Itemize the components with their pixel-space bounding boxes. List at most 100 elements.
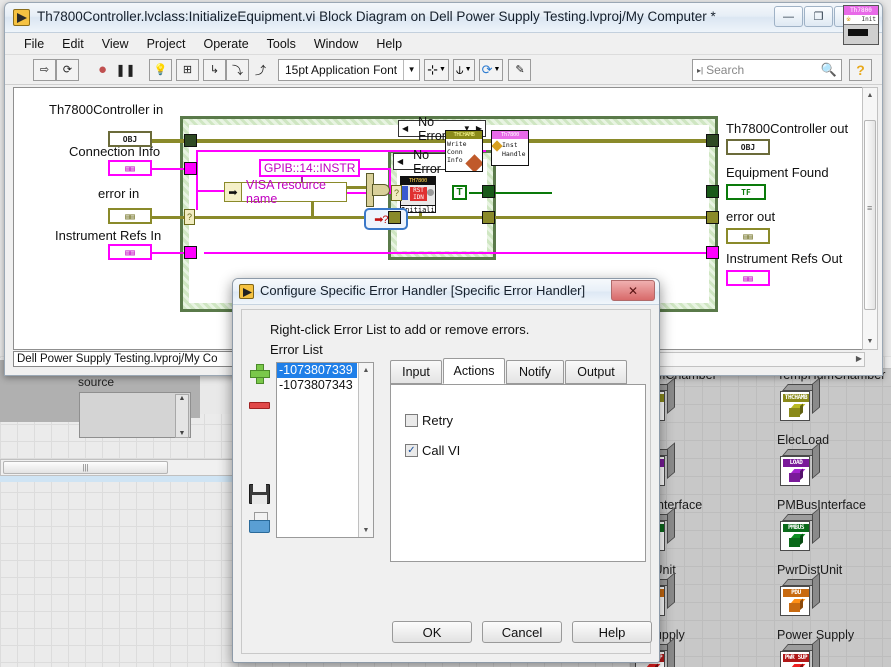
menu-item-project[interactable]: Project (138, 35, 195, 53)
source-scrollbar[interactable]: ▲ ▼ (175, 394, 189, 438)
vscroll-up-button[interactable]: ▲ (863, 88, 877, 103)
pause-button[interactable]: ❚❚ (114, 59, 137, 81)
tab-input[interactable]: Input (390, 360, 442, 384)
search-icon[interactable]: 🔍 (821, 62, 837, 78)
step-over-icon[interactable]: ⤵ (226, 58, 249, 81)
minimize-button[interactable]: — (774, 6, 803, 27)
tunnel-object-in[interactable] (184, 134, 197, 147)
gpib-string-constant[interactable]: GPIB::14::INSTR (259, 159, 361, 177)
terminal-equipment-found[interactable]: TF (726, 184, 766, 200)
retry-checkbox-row[interactable]: Retry (405, 413, 453, 428)
palette-item[interactable]: ElecLoad LOAD (775, 433, 890, 498)
tunnel-inner-bool-out[interactable] (482, 185, 495, 198)
tunnel-error-in[interactable]: ? (184, 209, 195, 225)
true-constant[interactable]: T (452, 185, 467, 200)
tunnel-inner-error-left[interactable] (388, 211, 401, 224)
menu-item-window[interactable]: Window (305, 35, 367, 53)
add-error-button[interactable] (248, 362, 272, 386)
error-list-scroll-up[interactable]: ▲ (359, 363, 373, 377)
menu-item-tools[interactable]: Tools (258, 35, 305, 53)
palette-item[interactable]: TempHumChamberTHCHAMB (775, 368, 890, 433)
vscroll-down-button[interactable]: ▼ (863, 334, 877, 349)
search-input[interactable]: Search (706, 63, 744, 77)
terminal-instrument-refs-out[interactable]: ▤▤ (726, 270, 770, 286)
canvas-vertical-scrollbar[interactable]: ▲ ▼ (862, 87, 878, 350)
error-list-scrollbar[interactable]: ▲ ▼ (358, 363, 373, 537)
palette-item[interactable]: PMBusInterface PMBUS (775, 498, 890, 563)
remove-error-button[interactable] (248, 394, 272, 418)
source-scroll-up[interactable]: ▲ (176, 395, 188, 402)
tab-actions[interactable]: Actions (443, 358, 505, 384)
cancel-button[interactable]: Cancel (482, 621, 562, 643)
bundle-node-right[interactable] (372, 184, 390, 196)
call-vi-checkbox[interactable]: ✓ (405, 444, 418, 457)
palette-item[interactable]: Power Supply PWR SUP (775, 628, 890, 667)
maximize-button[interactable]: ❐ (804, 6, 833, 27)
error-list-item[interactable]: -1073807339 (277, 363, 357, 378)
terminal-connection-info[interactable]: ▤▤ (108, 160, 152, 176)
tunnel-instrefs-in[interactable] (184, 246, 197, 259)
run-button[interactable]: ⇨ (33, 58, 56, 81)
retain-wire-values-icon[interactable]: ⊞ (176, 58, 199, 81)
vi-thumbnail-icon[interactable]: Th7800 ※ Init (843, 5, 879, 45)
tab-output[interactable]: Output (565, 360, 627, 384)
search-scope-icon[interactable]: ▸| (693, 66, 706, 75)
error-list-box[interactable]: -1073807339 -1073807343 ▲ ▼ (276, 362, 374, 538)
terminal-instrument-refs-in[interactable]: ▤▤ (108, 244, 152, 260)
distribute-objects-button[interactable]: ⫝ ▼ (452, 58, 475, 81)
align-chevron-icon[interactable]: ▼ (439, 66, 446, 73)
chevron-down-icon[interactable]: ▼ (403, 59, 419, 80)
menu-item-view[interactable]: View (93, 35, 138, 53)
tab-notify[interactable]: Notify (506, 360, 564, 384)
ok-button[interactable]: OK (392, 621, 472, 643)
step-out-icon[interactable]: ⤴ (249, 59, 272, 81)
source-scroll-down[interactable]: ▼ (176, 430, 188, 437)
tunnel-error-out[interactable] (706, 211, 719, 224)
tunnel-inner-error-out[interactable] (482, 211, 495, 224)
menu-item-help[interactable]: Help (367, 35, 411, 53)
align-objects-button[interactable]: ⊹ ▼ (424, 58, 449, 81)
retry-checkbox[interactable] (405, 414, 418, 427)
tunnel-inner-error-in[interactable]: ? (391, 185, 402, 201)
hscroll-right-button[interactable]: ▶ (856, 354, 862, 363)
terminal-error-in[interactable]: ▤▤ (108, 208, 152, 224)
distribute-chevron-icon[interactable]: ▼ (465, 66, 472, 73)
terminal-th7800controller-in[interactable]: OBJ (108, 131, 152, 147)
back-panel-hscroll-thumb[interactable]: ||| (3, 461, 168, 474)
tunnel-bool-out[interactable] (706, 185, 719, 198)
terminal-th7800controller-out[interactable]: OBJ (726, 139, 770, 155)
step-into-icon[interactable]: ↳ (203, 58, 226, 81)
reorder-chevron-icon[interactable]: ▼ (494, 66, 501, 73)
font-selector[interactable]: 15pt Application Font ▼ (278, 58, 421, 81)
visa-resource-name-control[interactable]: ➡ VISA resource name (224, 178, 347, 206)
tunnel-conninfo-in[interactable] (184, 162, 197, 175)
run-continuously-button[interactable]: ⟳ (56, 58, 79, 81)
thchamb-write-conn-info-subvi[interactable]: THCHAMB Write Conn Info (445, 130, 483, 172)
dialog-close-button[interactable]: ✕ (611, 280, 655, 301)
tunnel-object-out[interactable] (706, 134, 719, 147)
vscroll-thumb[interactable] (864, 120, 876, 310)
help-button[interactable]: Help (572, 621, 652, 643)
terminal-error-out[interactable]: ▤▤ (726, 228, 770, 244)
menu-item-edit[interactable]: Edit (53, 35, 93, 53)
palette-item[interactable]: PwrDistUnit PDU (775, 563, 890, 628)
th7800-initialize-subvi[interactable]: TH7800 RSTIDN Initialize (400, 176, 436, 213)
context-help-button[interactable]: ? (849, 59, 872, 81)
abort-execution-button[interactable]: ● (91, 59, 114, 81)
th7800-inst-handle-subvi[interactable]: Th7800 Inst Handle (491, 130, 529, 166)
case-prev-icon[interactable]: ◀ (400, 124, 410, 133)
reorder-button[interactable]: ⟳ ▼ (478, 58, 504, 81)
save-error-list-button[interactable] (248, 482, 272, 506)
tunnel-instrefs-out[interactable] (706, 246, 719, 259)
error-list-scroll-down[interactable]: ▼ (359, 523, 373, 537)
inner-case-prev-icon[interactable]: ◀ (395, 157, 405, 166)
highlight-execution-icon[interactable]: 💡 (149, 58, 172, 81)
specific-error-handler-vi[interactable]: ➡?!➡ (364, 208, 408, 230)
menu-item-operate[interactable]: Operate (194, 35, 257, 53)
cleanup-diagram-button[interactable]: ✎ (508, 58, 532, 81)
error-list-item[interactable]: -1073807343 (277, 378, 357, 393)
source-string-box[interactable]: ▲ ▼ (79, 392, 191, 438)
search-box[interactable]: ▸| Search 🔍 (692, 59, 842, 81)
call-vi-checkbox-row[interactable]: ✓ Call VI (405, 443, 460, 458)
open-error-list-button[interactable] (248, 512, 272, 536)
